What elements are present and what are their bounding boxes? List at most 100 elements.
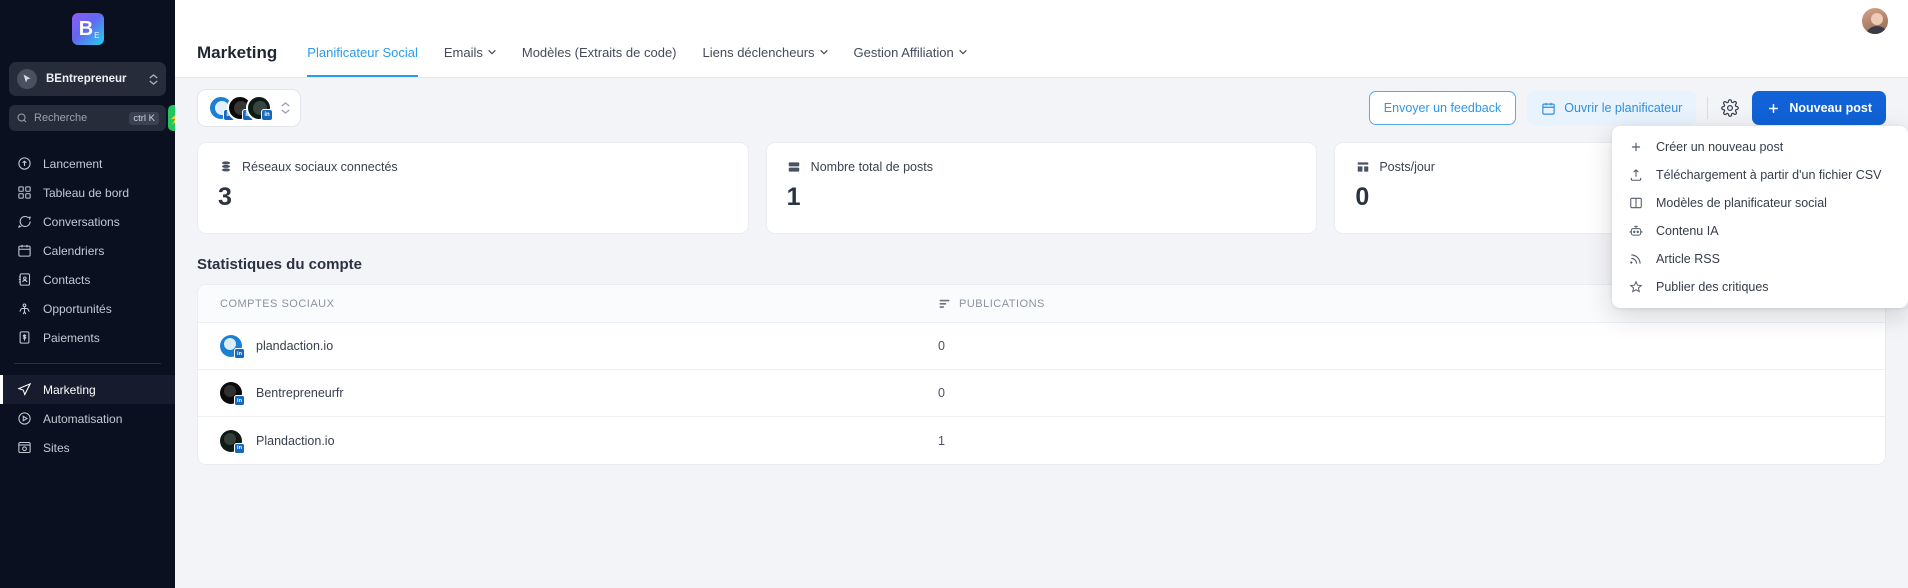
- tab-label: Emails: [443, 44, 483, 60]
- menu-item-creer-nouveau-post[interactable]: Créer un nouveau post: [1612, 133, 1908, 161]
- sidebar-item-label: Contacts: [43, 272, 91, 287]
- stat-card-label: Nombre total de posts: [810, 159, 933, 174]
- stat-card-value: 3: [218, 183, 232, 211]
- sidebar-item-label: Lancement: [43, 156, 103, 171]
- new-post-dropdown-menu: Créer un nouveau post Téléchargement à p…: [1612, 126, 1908, 308]
- robot-icon: [1628, 224, 1643, 239]
- avatar[interactable]: [1860, 6, 1890, 36]
- sidebar-item-tableau-de-bord[interactable]: Tableau de bord: [0, 178, 175, 207]
- send-feedback-label: Envoyer un feedback: [1383, 101, 1502, 115]
- app-root: B E BEntrepreneur Recherche ctrl K ⚡: [0, 0, 1908, 588]
- sidebar-item-paiements[interactable]: Paiements: [0, 323, 175, 352]
- table-cell-publications: 0: [938, 339, 945, 353]
- sidebar-item-calendriers[interactable]: Calendriers: [0, 236, 175, 265]
- menu-item-contenu-ia[interactable]: Contenu IA: [1612, 217, 1908, 245]
- open-planner-label: Ouvrir le planificateur: [1564, 101, 1683, 115]
- tab-planificateur-social[interactable]: Planificateur Social: [307, 29, 418, 77]
- sidebar-item-label: Calendriers: [43, 243, 105, 258]
- gear-icon[interactable]: [1719, 97, 1741, 119]
- tab-liens-declencheurs[interactable]: Liens déclencheurs: [703, 29, 828, 77]
- sidebar-item-conversations[interactable]: Conversations: [0, 207, 175, 236]
- sidebar-item-label: Tableau de bord: [43, 185, 130, 200]
- avatar-body: [1865, 26, 1888, 34]
- menu-item-article-rss[interactable]: Article RSS: [1612, 245, 1908, 273]
- chevron-down-icon: [958, 49, 967, 55]
- bars-icon: [1355, 159, 1370, 174]
- cursor-icon: [17, 69, 37, 89]
- sidebar-item-marketing[interactable]: Marketing: [0, 375, 175, 404]
- sidebar-item-automatisation[interactable]: Automatisation: [0, 404, 175, 433]
- tab-label: Planificateur Social: [307, 44, 418, 60]
- sidebar-divider: [14, 363, 161, 364]
- sidebar-item-lancement[interactable]: Lancement: [0, 149, 175, 178]
- linkedin-badge-icon: in: [261, 109, 273, 121]
- org-switcher[interactable]: BEntrepreneur: [9, 62, 166, 96]
- rss-icon: [1628, 252, 1643, 267]
- star-icon: [1628, 280, 1643, 295]
- rocket-icon: [17, 156, 32, 171]
- logo-sublabel: E: [94, 31, 100, 40]
- sidebar-item-label: Opportunités: [43, 301, 112, 316]
- stat-card-head: Nombre total de posts: [787, 159, 1297, 174]
- table-cell-publications: 0: [938, 386, 945, 400]
- send-feedback-button[interactable]: Envoyer un feedback: [1368, 91, 1517, 125]
- account-avatar: in: [220, 429, 245, 454]
- page-title: Marketing: [197, 43, 278, 62]
- automation-icon: [17, 411, 32, 426]
- chevron-updown-icon: [149, 73, 158, 85]
- menu-item-label: Créer un nouveau post: [1656, 140, 1784, 154]
- tab-label: Liens déclencheurs: [702, 44, 815, 60]
- main-area: Marketing Planificateur Social Emails Mo…: [175, 0, 1908, 588]
- tab-emails[interactable]: Emails: [444, 29, 496, 77]
- sidebar-item-contacts[interactable]: Contacts: [0, 265, 175, 294]
- chevron-down-icon: [819, 49, 828, 55]
- account-name: Plandaction.io: [256, 433, 335, 448]
- new-post-button[interactable]: Nouveau post: [1752, 91, 1886, 125]
- table-row[interactable]: in plandaction.io 0: [198, 323, 1885, 370]
- stat-card-head: Réseaux sociaux connectés: [218, 159, 728, 174]
- menu-item-label: Article RSS: [1656, 252, 1720, 266]
- menu-item-label: Téléchargement à partir d'un fichier CSV: [1656, 168, 1882, 182]
- logo-wrap: B E: [0, 0, 175, 58]
- account-selector[interactable]: in in in: [197, 89, 301, 127]
- menu-item-telechargement-csv[interactable]: Téléchargement à partir d'un fichier CSV: [1612, 161, 1908, 189]
- new-post-label: Nouveau post: [1789, 101, 1872, 115]
- layout-icon: [1628, 196, 1643, 211]
- sidebar-item-label: Automatisation: [43, 411, 123, 426]
- sidebar-item-label: Sites: [43, 440, 70, 455]
- column-header-publications: PUBLICATIONS: [938, 297, 1045, 310]
- table-cell-account: in plandaction.io: [198, 335, 938, 359]
- menu-item-label: Modèles de planificateur social: [1656, 196, 1827, 210]
- menu-item-label: Contenu IA: [1656, 224, 1719, 238]
- payments-icon: [17, 330, 32, 345]
- table-row[interactable]: in Plandaction.io 1: [198, 417, 1885, 464]
- sidebar-item-opportunites[interactable]: Opportunités: [0, 294, 175, 323]
- send-icon: [17, 382, 32, 397]
- tab-label: Modèles (Extraits de code): [521, 44, 677, 60]
- sidebar-item-sites[interactable]: Sites: [0, 433, 175, 462]
- tab-gestion-affiliation[interactable]: Gestion Affiliation: [854, 29, 967, 77]
- toolbar-actions: Envoyer un feedback Ouvrir le planificat…: [1368, 91, 1886, 125]
- table-cell-account: in Bentrepreneurfr: [198, 382, 938, 406]
- account-name: Bentrepreneurfr: [256, 386, 344, 400]
- menu-item-modeles-planificateur[interactable]: Modèles de planificateur social: [1612, 189, 1908, 217]
- open-planner-button[interactable]: Ouvrir le planificateur: [1527, 91, 1697, 125]
- table-row[interactable]: in Bentrepreneurfr 0: [198, 370, 1885, 417]
- tab-label: Gestion Affiliation: [853, 44, 954, 60]
- nav-tabs: Marketing Planificateur Social Emails Mo…: [197, 29, 967, 77]
- contacts-icon: [17, 272, 32, 287]
- chevron-updown-icon: [281, 102, 290, 114]
- app-logo[interactable]: B E: [71, 13, 104, 45]
- menu-item-publier-critiques[interactable]: Publier des critiques: [1612, 273, 1908, 301]
- dashboard-icon: [17, 185, 32, 200]
- linkedin-badge-icon: in: [234, 395, 245, 406]
- stat-card-label: Réseaux sociaux connectés: [242, 159, 398, 174]
- account-avatar[interactable]: in: [246, 95, 273, 121]
- bolt-icon[interactable]: ⚡: [168, 105, 175, 131]
- search-input[interactable]: Recherche ctrl K ⚡: [9, 105, 175, 131]
- avatar-head: [1871, 13, 1883, 25]
- stat-card-value: 1: [786, 183, 801, 211]
- tab-modeles[interactable]: Modèles (Extraits de code): [522, 29, 677, 77]
- org-name: BEntrepreneur: [46, 73, 127, 85]
- chevron-down-icon: [488, 49, 496, 55]
